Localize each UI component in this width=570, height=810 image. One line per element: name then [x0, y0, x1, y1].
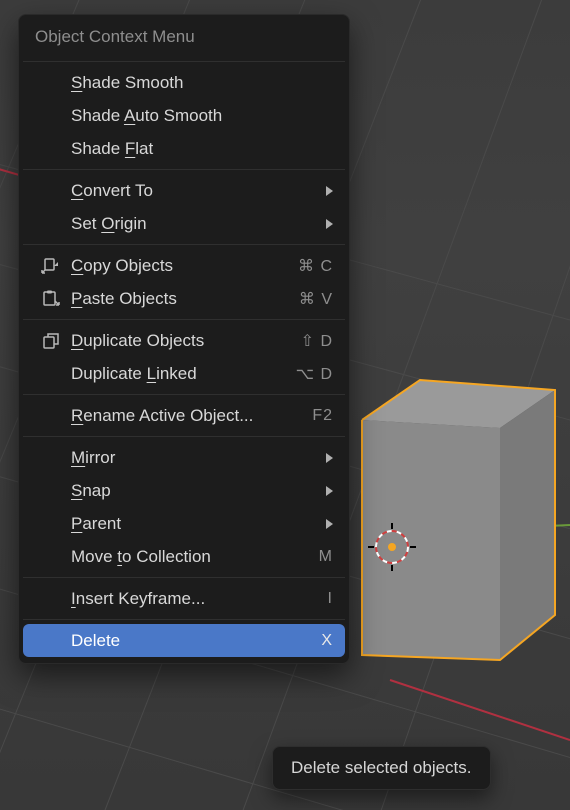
- chevron-right-icon: [321, 519, 333, 529]
- menu-item-parent[interactable]: Parent: [23, 507, 345, 540]
- menu-separator: [23, 577, 345, 578]
- menu-item-shortcut: M: [293, 548, 333, 566]
- menu-item-delete[interactable]: Delete X: [23, 624, 345, 657]
- selected-cube[interactable]: [362, 380, 555, 660]
- menu-item-label: Shade Smooth: [71, 73, 333, 93]
- menu-item-duplicate-linked[interactable]: Duplicate Linked ⌥ D: [23, 357, 345, 390]
- menu-item-label: Snap: [71, 481, 311, 501]
- context-menu-title: Object Context Menu: [23, 15, 345, 57]
- menu-item-label: Paste Objects: [71, 289, 283, 309]
- menu-item-duplicate-objects[interactable]: Duplicate Objects ⇧ D: [23, 324, 345, 357]
- menu-item-label: Convert To: [71, 181, 311, 201]
- menu-item-label: Duplicate Objects: [71, 331, 283, 351]
- chevron-right-icon: [321, 486, 333, 496]
- menu-item-shortcut: X: [293, 632, 333, 650]
- menu-item-shortcut: ⌥ D: [293, 364, 333, 384]
- menu-item-shortcut: ⌘ V: [293, 289, 333, 309]
- menu-item-shortcut: F2: [293, 407, 333, 425]
- menu-item-mirror[interactable]: Mirror: [23, 441, 345, 474]
- menu-item-label: Insert Keyframe...: [71, 589, 283, 609]
- menu-item-label: Copy Objects: [71, 256, 283, 276]
- menu-separator: [23, 61, 345, 62]
- menu-separator: [23, 169, 345, 170]
- menu-item-rename-active-object[interactable]: Rename Active Object... F2: [23, 399, 345, 432]
- copy-icon: [31, 256, 71, 276]
- menu-separator: [23, 436, 345, 437]
- menu-item-snap[interactable]: Snap: [23, 474, 345, 507]
- menu-item-label: Mirror: [71, 448, 311, 468]
- menu-item-set-origin[interactable]: Set Origin: [23, 207, 345, 240]
- menu-item-shortcut: I: [293, 590, 333, 608]
- chevron-right-icon: [321, 219, 333, 229]
- chevron-right-icon: [321, 453, 333, 463]
- menu-separator: [23, 394, 345, 395]
- menu-item-label: Parent: [71, 514, 311, 534]
- chevron-right-icon: [321, 186, 333, 196]
- menu-item-paste-objects[interactable]: Paste Objects ⌘ V: [23, 282, 345, 315]
- menu-item-label: Move to Collection: [71, 547, 283, 567]
- menu-item-label: Set Origin: [71, 214, 311, 234]
- menu-separator: [23, 619, 345, 620]
- object-context-menu: Object Context Menu Shade Smooth Shade Au…: [18, 14, 350, 664]
- menu-item-label: Shade Auto Smooth: [71, 106, 333, 126]
- menu-item-shortcut: ⇧ D: [293, 331, 333, 351]
- menu-item-shade-flat[interactable]: Shade Flat: [23, 132, 345, 165]
- menu-separator: [23, 319, 345, 320]
- menu-item-copy-objects[interactable]: Copy Objects ⌘ C: [23, 249, 345, 282]
- menu-item-convert-to[interactable]: Convert To: [23, 174, 345, 207]
- paste-icon: [31, 289, 71, 309]
- menu-item-shortcut: ⌘ C: [293, 256, 333, 276]
- menu-item-insert-keyframe[interactable]: Insert Keyframe... I: [23, 582, 345, 615]
- duplicate-icon: [31, 331, 71, 351]
- tooltip: Delete selected objects.: [272, 746, 491, 790]
- menu-item-shade-auto-smooth[interactable]: Shade Auto Smooth: [23, 99, 345, 132]
- menu-item-label: Shade Flat: [71, 139, 333, 159]
- menu-item-label: Rename Active Object...: [71, 406, 283, 426]
- menu-separator: [23, 244, 345, 245]
- menu-item-label: Delete: [71, 631, 283, 651]
- menu-item-shade-smooth[interactable]: Shade Smooth: [23, 66, 345, 99]
- menu-item-label: Duplicate Linked: [71, 364, 283, 384]
- menu-item-move-to-collection[interactable]: Move to Collection M: [23, 540, 345, 573]
